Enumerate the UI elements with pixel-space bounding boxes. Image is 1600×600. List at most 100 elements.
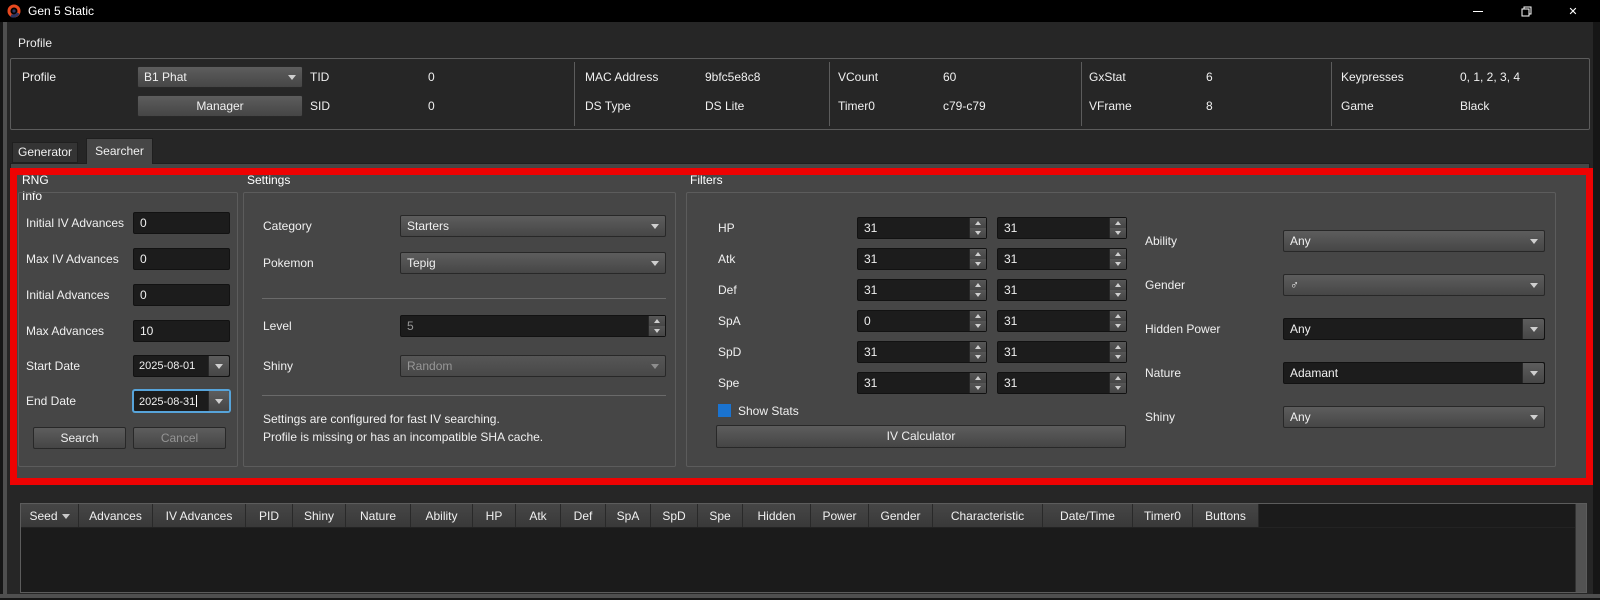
shiny-filter-select[interactable]: Any	[1283, 406, 1545, 428]
atk-max-spinbox[interactable]: 31	[997, 248, 1127, 270]
spin-buttons	[969, 373, 986, 393]
spd-label: SpD	[718, 345, 742, 359]
column-header-timer0[interactable]: Timer0	[1133, 504, 1193, 527]
column-header-hidden[interactable]: Hidden	[743, 504, 811, 527]
end-date-value: 2025-08-31	[139, 394, 198, 408]
spin-buttons	[1109, 311, 1126, 331]
search-button[interactable]: Search	[33, 427, 126, 449]
column-header-datetime[interactable]: Date/Time	[1043, 504, 1133, 527]
column-header-seed[interactable]: Seed	[21, 504, 79, 527]
spin-buttons	[969, 280, 986, 300]
hp-max-spinbox[interactable]: 31	[997, 217, 1127, 239]
end-date-input[interactable]: 2025-08-31	[133, 390, 230, 412]
def-min-spinbox[interactable]: 31	[857, 279, 987, 301]
iv-calculator-button[interactable]: IV Calculator	[716, 425, 1126, 448]
category-select[interactable]: Starters	[400, 215, 666, 237]
divider	[1331, 62, 1332, 126]
spin-buttons[interactable]	[648, 316, 665, 336]
spin-up-icon	[1109, 342, 1126, 352]
spin-up-icon	[1109, 249, 1126, 259]
column-header-nature[interactable]: Nature	[346, 504, 411, 527]
spin-up-icon	[969, 249, 986, 259]
atk-label: Atk	[718, 252, 736, 266]
max-advances-input[interactable]: 10	[133, 320, 230, 342]
settings-note-2: Profile is missing or has an incompatibl…	[263, 430, 544, 444]
max-iv-advances-label: Max IV Advances	[26, 252, 119, 266]
column-header-def[interactable]: Def	[561, 504, 606, 527]
column-header-atk[interactable]: Atk	[516, 504, 561, 527]
column-header-iv-advances[interactable]: IV Advances	[153, 504, 246, 527]
nature-select[interactable]: Adamant	[1283, 362, 1545, 384]
atk-min-spinbox[interactable]: 31	[857, 248, 987, 270]
spin-up-icon	[969, 218, 986, 228]
column-header-spe[interactable]: Spe	[698, 504, 743, 527]
column-header-spa[interactable]: SpA	[606, 504, 651, 527]
initial-advances-label: Initial Advances	[26, 288, 110, 302]
vframe-value: 8	[1206, 99, 1213, 113]
max-iv-advances-input[interactable]: 0	[133, 248, 230, 270]
spin-down-icon	[969, 352, 986, 362]
shiny-setting-select[interactable]: Random	[400, 355, 666, 377]
close-button[interactable]: ✕	[1557, 0, 1589, 22]
column-header-pid[interactable]: PID	[246, 504, 293, 527]
spd-max-spinbox[interactable]: 31	[997, 341, 1127, 363]
def-max-spinbox[interactable]: 31	[997, 279, 1127, 301]
divider	[1081, 62, 1082, 126]
spa-min-spinbox[interactable]: 0	[857, 310, 987, 332]
gender-select[interactable]: ♂	[1283, 274, 1545, 296]
spin-down-icon	[969, 383, 986, 393]
tab-generator[interactable]: Generator	[12, 142, 78, 163]
chevron-down-icon[interactable]	[208, 391, 229, 411]
chevron-down-icon[interactable]	[1522, 319, 1544, 339]
minimize-button[interactable]	[1462, 0, 1494, 22]
column-header-characteristic[interactable]: Characteristic	[933, 504, 1043, 527]
settings-note-1: Settings are configured for fast IV sear…	[263, 412, 500, 426]
level-spinbox[interactable]: 5	[400, 315, 666, 337]
column-header-buttons[interactable]: Buttons	[1193, 504, 1259, 527]
column-header-power[interactable]: Power	[811, 504, 869, 527]
spin-buttons	[1109, 373, 1126, 393]
show-stats-checkbox[interactable]	[718, 404, 731, 417]
initial-iv-advances-input[interactable]: 0	[133, 212, 230, 234]
column-header-gender[interactable]: Gender	[869, 504, 933, 527]
initial-iv-advances-label: Initial IV Advances	[26, 216, 125, 230]
hidden-power-select[interactable]: Any	[1283, 318, 1545, 340]
spa-max-spinbox[interactable]: 31	[997, 310, 1127, 332]
start-date-input[interactable]: 2025-08-01	[133, 355, 230, 377]
spin-up-icon	[969, 280, 986, 290]
spin-down-icon	[1109, 290, 1126, 300]
initial-advances-input[interactable]: 0	[133, 284, 230, 306]
manager-button[interactable]: Manager	[137, 95, 303, 117]
menu-profile[interactable]: Profile	[10, 33, 60, 53]
column-header-spd[interactable]: SpD	[651, 504, 698, 527]
app-icon	[7, 4, 21, 18]
spin-down-icon	[969, 259, 986, 269]
window-title: Gen 5 Static	[28, 4, 95, 18]
spd-min-spinbox[interactable]: 31	[857, 341, 987, 363]
spin-up-icon	[969, 311, 986, 321]
chevron-down-icon[interactable]	[1522, 363, 1544, 383]
column-header-advances[interactable]: Advances	[79, 504, 153, 527]
column-header-hp[interactable]: HP	[473, 504, 516, 527]
restore-button[interactable]	[1510, 0, 1542, 22]
column-header-shiny[interactable]: Shiny	[293, 504, 346, 527]
cancel-button[interactable]: Cancel	[133, 427, 226, 449]
filters-group-title: Filters	[690, 173, 723, 187]
spe-min-spinbox[interactable]: 31	[857, 372, 987, 394]
spin-buttons	[969, 218, 986, 238]
titlebar: Gen 5 Static ✕	[0, 0, 1600, 22]
column-header-ability[interactable]: Ability	[411, 504, 473, 527]
ds-type-value: DS Lite	[705, 99, 745, 113]
ability-select[interactable]: Any	[1283, 230, 1545, 252]
results-table-header: Seed Advances IV Advances PID Shiny Natu…	[21, 504, 1586, 528]
tab-searcher[interactable]: Searcher	[86, 138, 153, 164]
pokemon-select[interactable]: Tepig	[400, 252, 666, 274]
spin-buttons	[969, 342, 986, 362]
spin-buttons	[1109, 249, 1126, 269]
hp-min-spinbox[interactable]: 31	[857, 217, 987, 239]
vertical-scrollbar[interactable]	[1575, 504, 1586, 592]
spin-up-icon	[648, 316, 665, 326]
chevron-down-icon[interactable]	[208, 356, 229, 376]
profile-select[interactable]: B1 Phat	[137, 66, 303, 88]
spe-max-spinbox[interactable]: 31	[997, 372, 1127, 394]
